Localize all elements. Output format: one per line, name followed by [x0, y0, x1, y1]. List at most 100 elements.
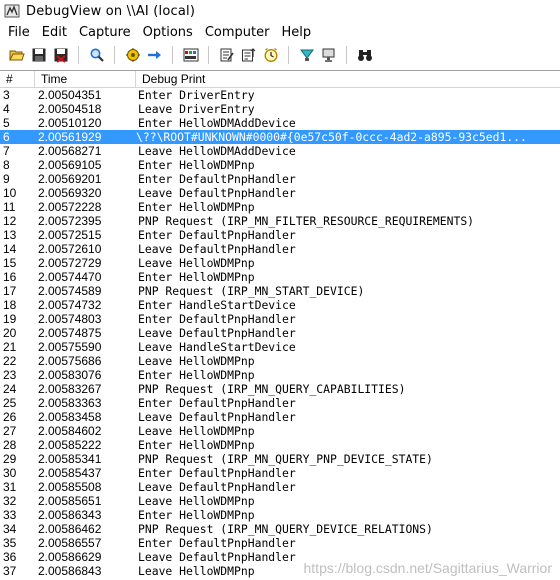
row-debug-print: Leave HelloWDMAddDevice [138, 144, 296, 158]
table-row[interactable]: 31 2.00585508 Leave DefaultPnpHandler [0, 480, 560, 494]
table-row[interactable]: 12 2.00572395 PNP Request (IRP_MN_FILTER_R… [0, 214, 560, 228]
table-row[interactable]: 28 2.00585222 Enter HelloWDMPnp [0, 438, 560, 452]
table-row[interactable]: 3 2.00504351 Enter DriverEntry [0, 88, 560, 102]
row-time: 2.00585508 [38, 480, 102, 494]
row-number: 34 [3, 522, 17, 536]
table-row[interactable]: 11 2.00572228 Enter HelloWDMPnp [0, 200, 560, 214]
row-debug-print: Enter HelloWDMPnp [138, 438, 255, 452]
table-row[interactable]: 34 2.00586462 PNP Request (IRP_MN_QUERY_DE… [0, 522, 560, 536]
row-number: 24 [3, 382, 17, 396]
row-number: 25 [3, 396, 17, 410]
table-row[interactable]: 18 2.00574732 Enter HandleStartDevice [0, 298, 560, 312]
row-number: 4 [3, 102, 10, 116]
row-debug-print: Enter DefaultPnpHandler [138, 228, 296, 242]
table-row[interactable]: 21 2.00575590 Leave HandleStartDevice [0, 340, 560, 354]
table-row-selected[interactable]: 6 2.00561929 \??\ROOT#UNKNOWN#0000#{0e57c5… [0, 130, 560, 144]
table-row[interactable]: 26 2.00583458 Leave DefaultPnpHandler [0, 410, 560, 424]
table-row[interactable]: 25 2.00583363 Enter DefaultPnpHandler [0, 396, 560, 410]
table-row[interactable]: 32 2.00585651 Leave HelloWDMPnp [0, 494, 560, 508]
row-time: 2.00574589 [38, 284, 102, 298]
row-time: 2.00584602 [38, 424, 102, 438]
table-row[interactable]: 5 2.00510120 Enter HelloWDMAddDevice [0, 116, 560, 130]
row-debug-print: Leave DefaultPnpHandler [138, 326, 296, 340]
connect-icon[interactable] [297, 45, 317, 65]
row-time: 2.00586629 [38, 550, 102, 564]
table-row[interactable]: 17 2.00574589 PNP Request (IRP_MN_START_DE… [0, 284, 560, 298]
row-debug-print: Leave DefaultPnpHandler [138, 242, 296, 256]
toolbar-separator [114, 46, 116, 64]
table-row[interactable]: 4 2.00504518 Leave DriverEntry [0, 102, 560, 116]
window-title: DebugView on \\AI (local) [26, 3, 196, 19]
menu-options[interactable]: Options [137, 25, 199, 40]
history-icon[interactable] [239, 45, 259, 65]
row-number: 22 [3, 354, 17, 368]
table-row[interactable]: 33 2.00586343 Enter HelloWDMPnp [0, 508, 560, 522]
autoscroll-icon[interactable] [145, 45, 165, 65]
column-header-time[interactable]: Time [35, 71, 136, 87]
menu-capture[interactable]: Capture [73, 25, 137, 40]
capture-icon[interactable] [123, 45, 143, 65]
table-row[interactable]: 19 2.00574803 Enter DefaultPnpHandler [0, 312, 560, 326]
row-time: 2.00569320 [38, 186, 102, 200]
row-debug-print: Leave DefaultPnpHandler [138, 480, 296, 494]
row-debug-print: Enter DefaultPnpHandler [138, 172, 296, 186]
row-number: 29 [3, 452, 17, 466]
row-number: 12 [3, 214, 17, 228]
table-row[interactable]: 16 2.00574470 Enter HelloWDMPnp [0, 270, 560, 284]
debug-output-list[interactable]: # Time Debug Print 3 2.00504351 Enter Driv… [0, 70, 560, 580]
row-debug-print: Leave DefaultPnpHandler [138, 186, 296, 200]
table-row[interactable]: 23 2.00583076 Enter HelloWDMPnp [0, 368, 560, 382]
row-time: 2.00585651 [38, 494, 102, 508]
table-row[interactable]: 37 2.00586843 Leave HelloWDMPnp [0, 564, 560, 578]
binoculars-icon[interactable] [355, 45, 375, 65]
row-debug-print: \??\ROOT#UNKNOWN#0000#{0e57c50f-0ccc-4ad… [136, 130, 527, 144]
filter-icon[interactable] [217, 45, 237, 65]
row-number: 3 [3, 88, 10, 102]
table-row[interactable]: 13 2.00572515 Enter DefaultPnpHandler [0, 228, 560, 242]
table-row[interactable]: 9 2.00569201 Enter DefaultPnpHandler [0, 172, 560, 186]
menu-computer[interactable]: Computer [199, 25, 276, 40]
column-header-debug-print[interactable]: Debug Print [136, 71, 560, 87]
row-debug-print: Leave HelloWDMPnp [138, 494, 255, 508]
table-row[interactable]: 14 2.00572610 Leave DefaultPnpHandler [0, 242, 560, 256]
save-icon[interactable] [29, 45, 49, 65]
table-row[interactable]: 30 2.00585437 Enter DefaultPnpHandler [0, 466, 560, 480]
row-number: 37 [3, 564, 17, 578]
menu-file[interactable]: File [0, 25, 36, 40]
row-debug-print: Leave HandleStartDevice [138, 340, 296, 354]
clear-icon[interactable] [51, 45, 71, 65]
column-header-num[interactable]: # [0, 71, 35, 87]
clock-icon[interactable] [261, 45, 281, 65]
table-row[interactable]: 27 2.00584602 Leave HelloWDMPnp [0, 424, 560, 438]
menu-help[interactable]: Help [275, 25, 317, 40]
table-row[interactable]: 22 2.00575686 Leave HelloWDMPnp [0, 354, 560, 368]
table-row[interactable]: 35 2.00586557 Enter DefaultPnpHandler [0, 536, 560, 550]
row-debug-print: PNP Request (IRP_MN_QUERY_CAPABILITIES) [138, 382, 406, 396]
table-row[interactable]: 20 2.00574875 Leave DefaultPnpHandler [0, 326, 560, 340]
row-time: 2.00585341 [38, 452, 102, 466]
table-row[interactable]: 15 2.00572729 Leave HelloWDMPnp [0, 256, 560, 270]
open-icon[interactable] [7, 45, 27, 65]
disconnect-icon[interactable] [319, 45, 339, 65]
table-row[interactable]: 10 2.00569320 Leave DefaultPnpHandler [0, 186, 560, 200]
toolbar-separator [346, 46, 348, 64]
row-debug-print: Enter HandleStartDevice [138, 298, 296, 312]
row-debug-print: PNP Request (IRP_MN_QUERY_DEVICE_RELATIO… [138, 522, 433, 536]
row-time: 2.00583363 [38, 396, 102, 410]
find-icon[interactable] [87, 45, 107, 65]
row-number: 14 [3, 242, 17, 256]
row-debug-print: Enter DriverEntry [138, 88, 255, 102]
menu-edit[interactable]: Edit [36, 25, 73, 40]
table-row[interactable]: 29 2.00585341 PNP Request (IRP_MN_QUERY_PN… [0, 452, 560, 466]
table-row[interactable]: 8 2.00569105 Enter HelloWDMPnp [0, 158, 560, 172]
row-time: 2.00504351 [38, 88, 102, 102]
highlight-icon[interactable] [181, 45, 201, 65]
row-number: 10 [3, 186, 17, 200]
table-row[interactable]: 36 2.00586629 Leave DefaultPnpHandler [0, 550, 560, 564]
table-row[interactable]: 7 2.00568271 Leave HelloWDMAddDevice [0, 144, 560, 158]
table-row[interactable]: 24 2.00583267 PNP Request (IRP_MN_QUERY_CA… [0, 382, 560, 396]
row-time: 2.00574732 [38, 298, 102, 312]
row-number: 8 [3, 158, 10, 172]
row-time: 2.00574803 [38, 312, 102, 326]
toolbar [0, 42, 560, 68]
